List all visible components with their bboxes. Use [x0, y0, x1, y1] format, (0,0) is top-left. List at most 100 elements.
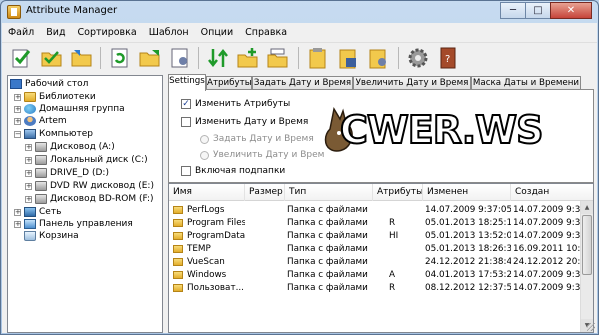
help-book-icon[interactable]: ?	[436, 46, 460, 70]
tab-datetime-mask[interactable]: Маска Даты и Времени	[471, 76, 581, 90]
back-folder-icon[interactable]	[70, 46, 94, 70]
menu-template[interactable]: Шаблон	[143, 27, 195, 38]
file-list[interactable]: Имя Размер Тип Атрибуты Изменен Создан P…	[168, 183, 594, 333]
tree-node-drive-d[interactable]: + DRIVE_D (D:)	[25, 167, 109, 179]
close-button[interactable]: ✕	[550, 2, 592, 19]
refresh-icon[interactable]	[108, 46, 132, 70]
menu-view[interactable]: Вид	[40, 27, 71, 38]
menu-sort[interactable]: Сортировка	[72, 27, 143, 38]
file-type: Папка с файлами	[287, 205, 368, 215]
tree-node-desktop[interactable]: Рабочий стол	[10, 78, 88, 90]
tab-increase-datetime[interactable]: Увеличить Дату и Время	[353, 76, 471, 90]
add-folder-icon[interactable]	[236, 46, 260, 70]
expand-icon[interactable]: +	[25, 143, 32, 151]
expand-icon[interactable]: +	[14, 208, 21, 216]
save-template-icon[interactable]	[336, 46, 360, 70]
folder-tree[interactable]: Рабочий стол + Библиотеки + Домашняя групп…	[7, 75, 163, 333]
settings-gear-icon[interactable]	[406, 46, 430, 70]
tab-settings[interactable]: Settings	[168, 74, 206, 91]
template-options-icon[interactable]	[366, 46, 390, 70]
toolbar-separator	[398, 47, 399, 69]
menu-file[interactable]: Файл	[2, 27, 40, 38]
file-created: 24.12.2012 20:16:38	[513, 257, 581, 267]
minimize-button[interactable]: ─	[500, 2, 526, 19]
expand-icon[interactable]: +	[14, 105, 21, 113]
tree-node-homegroup[interactable]: + Домашняя группа	[14, 103, 125, 115]
expand-icon[interactable]: +	[14, 220, 21, 228]
tree-node-drive-e[interactable]: + DVD RW дисковод (E:)	[25, 180, 154, 192]
tree-node-user[interactable]: + Artem	[14, 115, 67, 127]
tab-set-datetime[interactable]: Задать Дату и Время	[252, 76, 353, 90]
include-subfolders-checkbox[interactable]: Включая подпапки	[181, 166, 285, 176]
expand-icon[interactable]: +	[14, 93, 21, 101]
column-header-name[interactable]: Имя	[169, 184, 245, 201]
column-header-attributes[interactable]: Атрибуты	[373, 184, 423, 201]
file-row[interactable]: VueScan Папка с файлами 24.12.2012 21:38…	[169, 256, 581, 268]
tree-node-control-panel[interactable]: + Панель управления	[14, 218, 133, 230]
checkbox-checked[interactable]: ✓	[181, 99, 191, 109]
menu-options[interactable]: Опции	[195, 27, 240, 38]
toolbar: ?	[2, 42, 597, 73]
tree-node-computer[interactable]: − Компьютер	[14, 128, 93, 140]
file-name: TEMP	[187, 244, 211, 254]
tab-attributes[interactable]: Атрибуты	[206, 76, 252, 90]
forward-folder-icon[interactable]	[138, 46, 162, 70]
watermark: CWER.WS	[320, 103, 544, 158]
scroll-up-icon[interactable]: ▲	[581, 201, 593, 214]
column-header-created[interactable]: Создан	[511, 184, 593, 201]
properties-icon[interactable]	[168, 46, 192, 70]
tree-node-recycle-bin[interactable]: Корзина	[24, 230, 79, 242]
vertical-scrollbar[interactable]: ▲ ▼	[580, 201, 593, 332]
expand-icon[interactable]: +	[25, 195, 32, 203]
change-datetime-checkbox[interactable]: Изменить Дату и Время	[181, 117, 308, 127]
file-size	[247, 230, 283, 242]
column-header-modified[interactable]: Изменен	[423, 184, 511, 201]
file-row[interactable]: Windows Папка с файлами A 04.01.2013 17:…	[169, 269, 581, 281]
tree-node-libraries[interactable]: + Библиотеки	[14, 91, 96, 103]
template-icon[interactable]	[306, 46, 330, 70]
open-folder-icon[interactable]	[40, 46, 64, 70]
collapse-icon[interactable]: −	[14, 130, 21, 138]
column-header-type[interactable]: Тип	[285, 184, 373, 201]
tree-node-drive-f[interactable]: + Дисковод BD-ROM (F:)	[25, 193, 154, 205]
expand-icon[interactable]: +	[14, 117, 21, 125]
expand-icon[interactable]: +	[25, 169, 32, 177]
maximize-button[interactable]: □	[525, 2, 551, 19]
file-row[interactable]: ProgramData Папка с файлами HI 05.01.201…	[169, 230, 581, 242]
sort-icon[interactable]	[206, 46, 230, 70]
toolbar-separator	[100, 47, 101, 69]
radio-button[interactable]	[200, 134, 209, 144]
expand-icon[interactable]: +	[25, 156, 32, 164]
file-row[interactable]: Пользоват... Папка с файлами R 08.12.201…	[169, 282, 581, 294]
title-bar[interactable]: Attribute Manager ─ □ ✕	[1, 1, 598, 23]
checkbox-unchecked[interactable]	[181, 166, 191, 176]
drive-icon	[35, 155, 47, 165]
select-all-icon[interactable]	[10, 46, 34, 70]
file-size	[247, 204, 283, 216]
folder-icon	[173, 284, 183, 292]
expand-icon[interactable]: +	[25, 182, 32, 190]
set-datetime-radio[interactable]: Задать Дату и Время	[200, 134, 314, 144]
file-modified: 24.12.2012 21:38:43	[425, 257, 511, 267]
change-attributes-checkbox[interactable]: ✓ Изменить Атрибуты	[181, 99, 290, 109]
main-content: Рабочий стол + Библиотеки + Домашняя групп…	[2, 73, 597, 333]
move-folder-icon[interactable]	[266, 46, 290, 70]
caption-buttons: ─ □ ✕	[500, 2, 592, 19]
menu-bar: Файл Вид Сортировка Шаблон Опции Справка	[2, 23, 597, 42]
scroll-thumb[interactable]	[582, 215, 592, 275]
tree-node-network[interactable]: + Сеть	[14, 206, 61, 218]
tree-node-drive-a[interactable]: + Дисковод (A:)	[25, 141, 115, 153]
file-modified: 05.01.2013 18:26:32	[425, 244, 511, 254]
file-row[interactable]: PerfLogs Папка с файлами 14.07.2009 9:37…	[169, 204, 581, 216]
increase-datetime-radio[interactable]: Увеличить Дату и Врем	[200, 150, 324, 160]
checkbox-unchecked[interactable]	[181, 117, 191, 127]
tree-node-drive-c[interactable]: + Локальный диск (C:)	[25, 154, 148, 166]
column-header-size[interactable]: Размер	[245, 184, 285, 201]
file-row[interactable]: Program Files Папка с файлами R 05.01.20…	[169, 217, 581, 229]
file-row[interactable]: TEMP Папка с файлами 05.01.2013 18:26:32…	[169, 243, 581, 255]
radio-button[interactable]	[200, 150, 209, 160]
resize-grip-icon[interactable]	[587, 323, 595, 331]
menu-help[interactable]: Справка	[239, 27, 293, 38]
folder-icon	[24, 92, 36, 102]
file-name: Пользоват...	[187, 283, 244, 293]
